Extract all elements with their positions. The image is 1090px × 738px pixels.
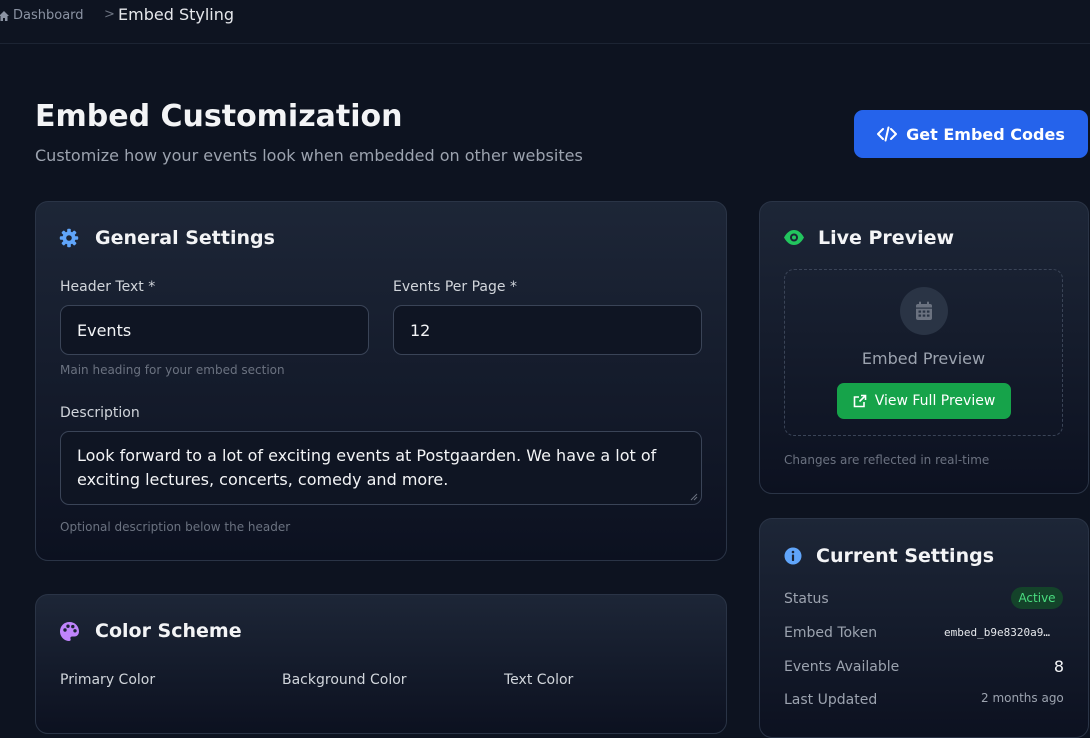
page-subtitle: Customize how your events look when embe… <box>35 146 583 165</box>
breadcrumb-dashboard-link[interactable]: Dashboard <box>0 8 84 23</box>
preview-icon-circle <box>900 287 948 335</box>
color-scheme-title: Color Scheme <box>95 620 242 642</box>
gear-icon <box>59 228 79 248</box>
calendar-icon <box>916 301 932 320</box>
home-icon <box>0 10 9 21</box>
last-updated-label: Last Updated <box>784 692 878 708</box>
external-link-icon <box>853 394 867 408</box>
background-color-label: Background Color <box>282 672 407 688</box>
palette-icon <box>60 622 79 641</box>
events-per-page-label: Events Per Page * <box>393 279 517 295</box>
page-title: Embed Customization <box>35 99 403 134</box>
live-preview-title: Live Preview <box>818 227 955 249</box>
get-embed-codes-label: Get Embed Codes <box>906 124 1065 144</box>
status-badge: Active <box>1011 587 1063 609</box>
embed-preview-text: Embed Preview <box>861 349 986 368</box>
last-updated-value: 2 months ago <box>981 691 1064 705</box>
info-icon <box>784 547 802 565</box>
resize-grip-icon[interactable] <box>690 493 698 501</box>
description-hint: Optional description below the header <box>60 520 291 534</box>
breadcrumb-current: Embed Styling <box>118 5 235 24</box>
embed-token-value: embed_b9e8320a9… <box>944 626 1050 639</box>
status-label: Status <box>784 591 829 607</box>
header-text-hint: Main heading for your embed section <box>60 363 285 377</box>
events-per-page-input[interactable]: 12 <box>393 305 702 355</box>
events-available-label: Events Available <box>784 659 900 675</box>
breadcrumb-separator: > <box>104 7 115 22</box>
header-text-label: Header Text * <box>60 279 156 295</box>
embed-token-label: Embed Token <box>784 625 878 641</box>
primary-color-label: Primary Color <box>60 672 156 688</box>
eye-icon <box>784 230 804 245</box>
current-settings-title: Current Settings <box>816 545 995 567</box>
get-embed-codes-button[interactable]: Get Embed Codes <box>854 110 1088 158</box>
header-text-value: Events <box>77 320 132 340</box>
top-bar: Dashboard > Embed Styling <box>0 0 1090 44</box>
events-per-page-value: 12 <box>410 320 431 340</box>
view-full-preview-button[interactable]: View Full Preview <box>837 383 1011 419</box>
view-full-preview-label: View Full Preview <box>874 393 996 409</box>
general-settings-title: General Settings <box>95 227 275 249</box>
header-text-input[interactable]: Events <box>60 305 369 355</box>
text-color-label: Text Color <box>504 672 574 688</box>
preview-footnote: Changes are reflected in real-time <box>784 453 990 467</box>
general-settings-card <box>35 201 727 561</box>
description-textarea[interactable]: Look forward to a lot of exciting events… <box>60 431 702 505</box>
color-scheme-card <box>35 594 727 734</box>
description-label: Description <box>60 405 140 421</box>
breadcrumb-dashboard-label: Dashboard <box>13 8 84 23</box>
events-available-value: 8 <box>1053 657 1064 676</box>
code-icon <box>877 126 898 142</box>
description-value: Look forward to a lot of exciting events… <box>77 446 657 489</box>
